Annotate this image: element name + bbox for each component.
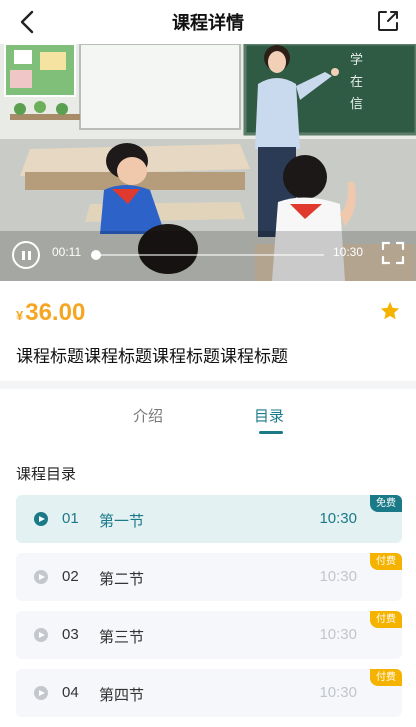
progress-bar[interactable] bbox=[91, 250, 324, 260]
lesson-name: 第三节 bbox=[99, 628, 145, 646]
total-time: 10:30 bbox=[333, 245, 364, 259]
chalkboard-char-1: 学 bbox=[350, 52, 363, 68]
catalog-title: 课程目录 bbox=[16, 465, 77, 483]
play-icon bbox=[34, 512, 48, 526]
favorite-star-icon[interactable] bbox=[379, 300, 401, 322]
lesson-name: 第一节 bbox=[99, 512, 145, 530]
tab-bar: 介绍 目录 bbox=[0, 389, 416, 441]
tab-catalog[interactable]: 目录 bbox=[254, 405, 284, 426]
lesson-duration: 10:30 bbox=[319, 510, 357, 527]
pause-icon-bar-right bbox=[28, 251, 31, 260]
paid-badge: 付费 bbox=[370, 611, 402, 628]
lesson-number: 03 bbox=[62, 626, 79, 643]
play-icon bbox=[34, 628, 48, 642]
nav-bar: 课程详情 bbox=[0, 0, 416, 44]
lesson-number: 02 bbox=[62, 568, 79, 585]
video-controls: 00:11 10:30 bbox=[0, 231, 416, 281]
lesson-name: 第二节 bbox=[99, 570, 145, 588]
pause-icon-bar-left bbox=[22, 251, 25, 260]
video-player[interactable]: 学 在 信 00:11 10:30 bbox=[0, 44, 416, 281]
course-info: ¥36.00 课程标题课程标题课程标题课程标题 bbox=[0, 281, 416, 381]
paid-badge: 付费 bbox=[370, 669, 402, 686]
pause-button[interactable] bbox=[12, 241, 40, 269]
price-value: 36.00 bbox=[25, 299, 86, 326]
chalkboard-char-3: 信 bbox=[350, 97, 363, 112]
course-title: 课程标题课程标题课程标题课程标题 bbox=[16, 347, 288, 367]
active-tab-indicator bbox=[259, 431, 283, 434]
lesson-item[interactable]: 02 第二节 10:30 付费 bbox=[16, 553, 402, 601]
play-icon bbox=[34, 686, 48, 700]
lesson-duration: 10:30 bbox=[319, 568, 357, 585]
share-icon[interactable] bbox=[374, 7, 402, 35]
progress-knob[interactable] bbox=[91, 250, 102, 260]
currency-symbol: ¥ bbox=[16, 308, 24, 323]
course-price: ¥36.00 bbox=[16, 299, 85, 327]
lesson-item[interactable]: 04 第四节 10:30 付费 bbox=[16, 669, 402, 717]
section-divider bbox=[0, 381, 416, 389]
chalkboard-char-2: 在 bbox=[350, 75, 363, 90]
fullscreen-icon[interactable] bbox=[381, 241, 405, 265]
lesson-name: 第四节 bbox=[99, 686, 145, 704]
lesson-duration: 10:30 bbox=[319, 626, 357, 643]
paid-badge: 付费 bbox=[370, 553, 402, 570]
page-title: 课程详情 bbox=[172, 13, 244, 34]
tab-intro[interactable]: 介绍 bbox=[133, 405, 163, 426]
lesson-duration: 10:30 bbox=[319, 684, 357, 701]
lesson-number: 01 bbox=[62, 510, 79, 527]
free-badge: 免费 bbox=[370, 495, 402, 512]
lesson-item[interactable]: 01 第一节 10:30 免费 bbox=[16, 495, 402, 543]
current-time: 00:11 bbox=[52, 245, 82, 259]
lesson-item[interactable]: 03 第三节 10:30 付费 bbox=[16, 611, 402, 659]
play-icon bbox=[34, 570, 48, 584]
lesson-number: 04 bbox=[62, 684, 79, 701]
